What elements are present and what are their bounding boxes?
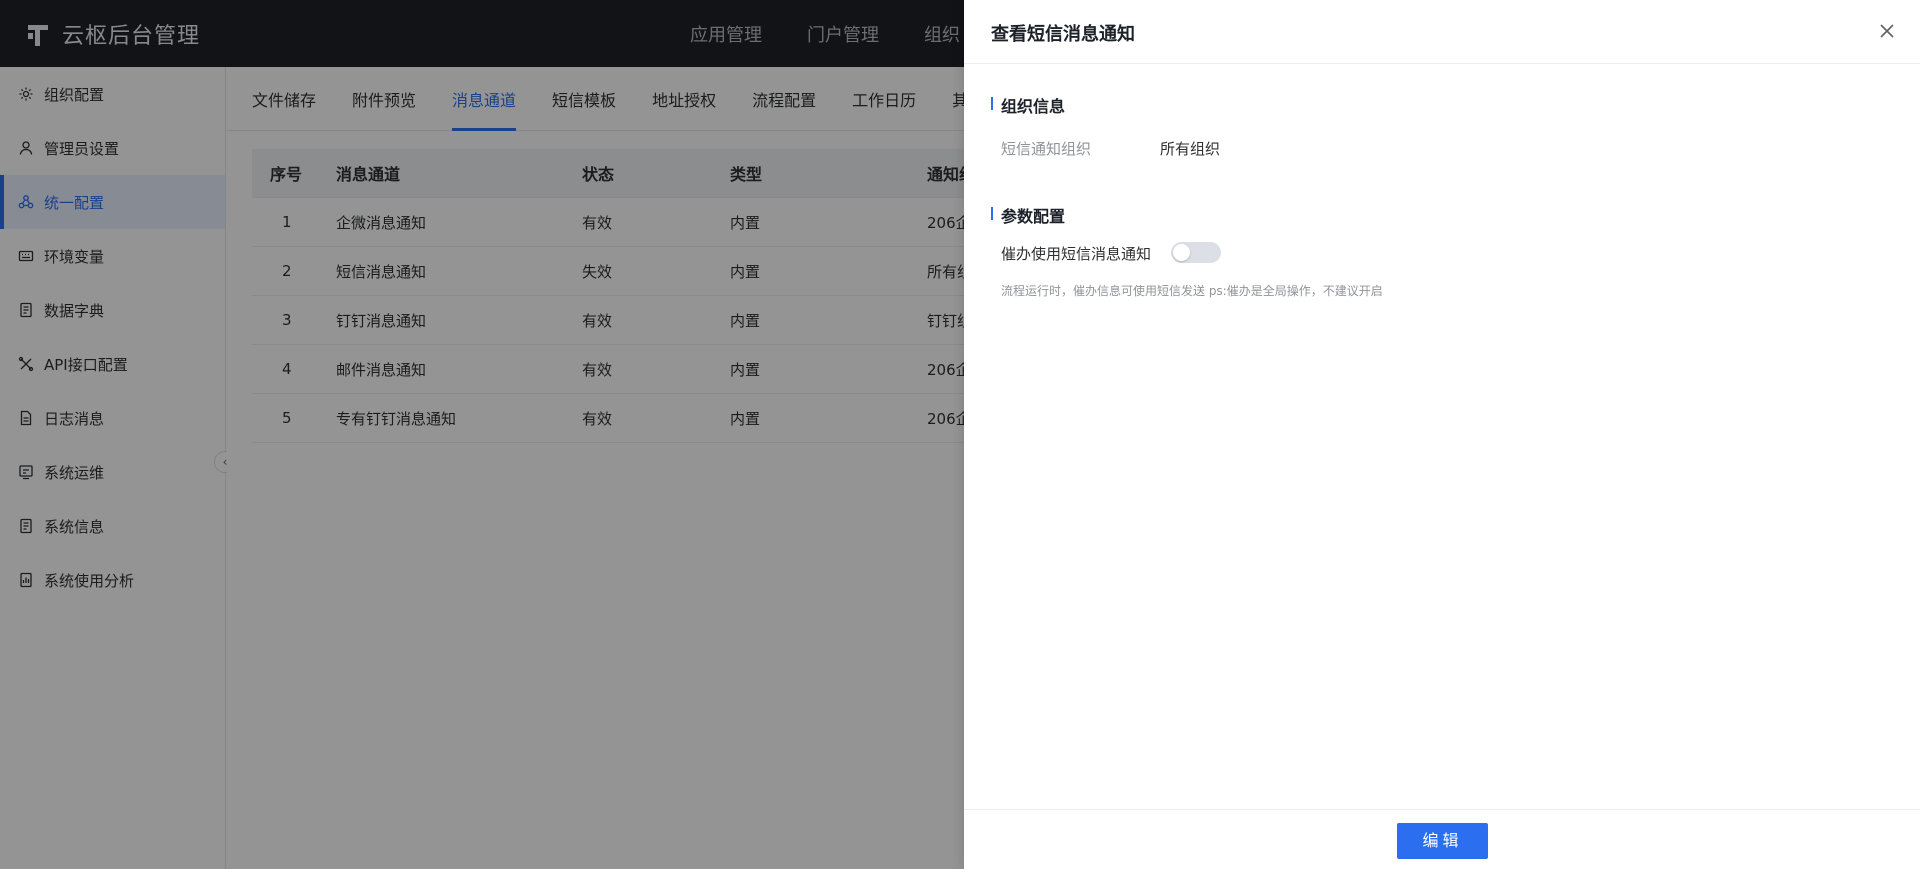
drawer-footer: 编辑 (964, 809, 1920, 869)
detail-drawer: 查看短信消息通知 组织信息 短信通知组织 所有组织 参数配置 催办使用短信消息通… (964, 0, 1920, 869)
hint-text: 流程运行时，催办信息可使用短信发送 ps:催办是全局操作，不建议开启 (1001, 284, 1383, 298)
drawer-header: 查看短信消息通知 (964, 0, 1920, 64)
drawer-title: 查看短信消息通知 (991, 24, 1135, 45)
section-title-org: 组织信息 (991, 93, 1065, 117)
close-icon[interactable] (1876, 20, 1898, 42)
section-title-params: 参数配置 (991, 203, 1065, 227)
edit-button[interactable]: 编辑 (1397, 823, 1488, 859)
switch-label: 催办使用短信消息通知 (1001, 245, 1152, 263)
org-value: 所有组织 (1160, 140, 1221, 158)
sms-urge-toggle[interactable] (1171, 242, 1221, 263)
toggle-knob (1173, 244, 1190, 261)
org-label: 短信通知组织 (1001, 140, 1092, 158)
